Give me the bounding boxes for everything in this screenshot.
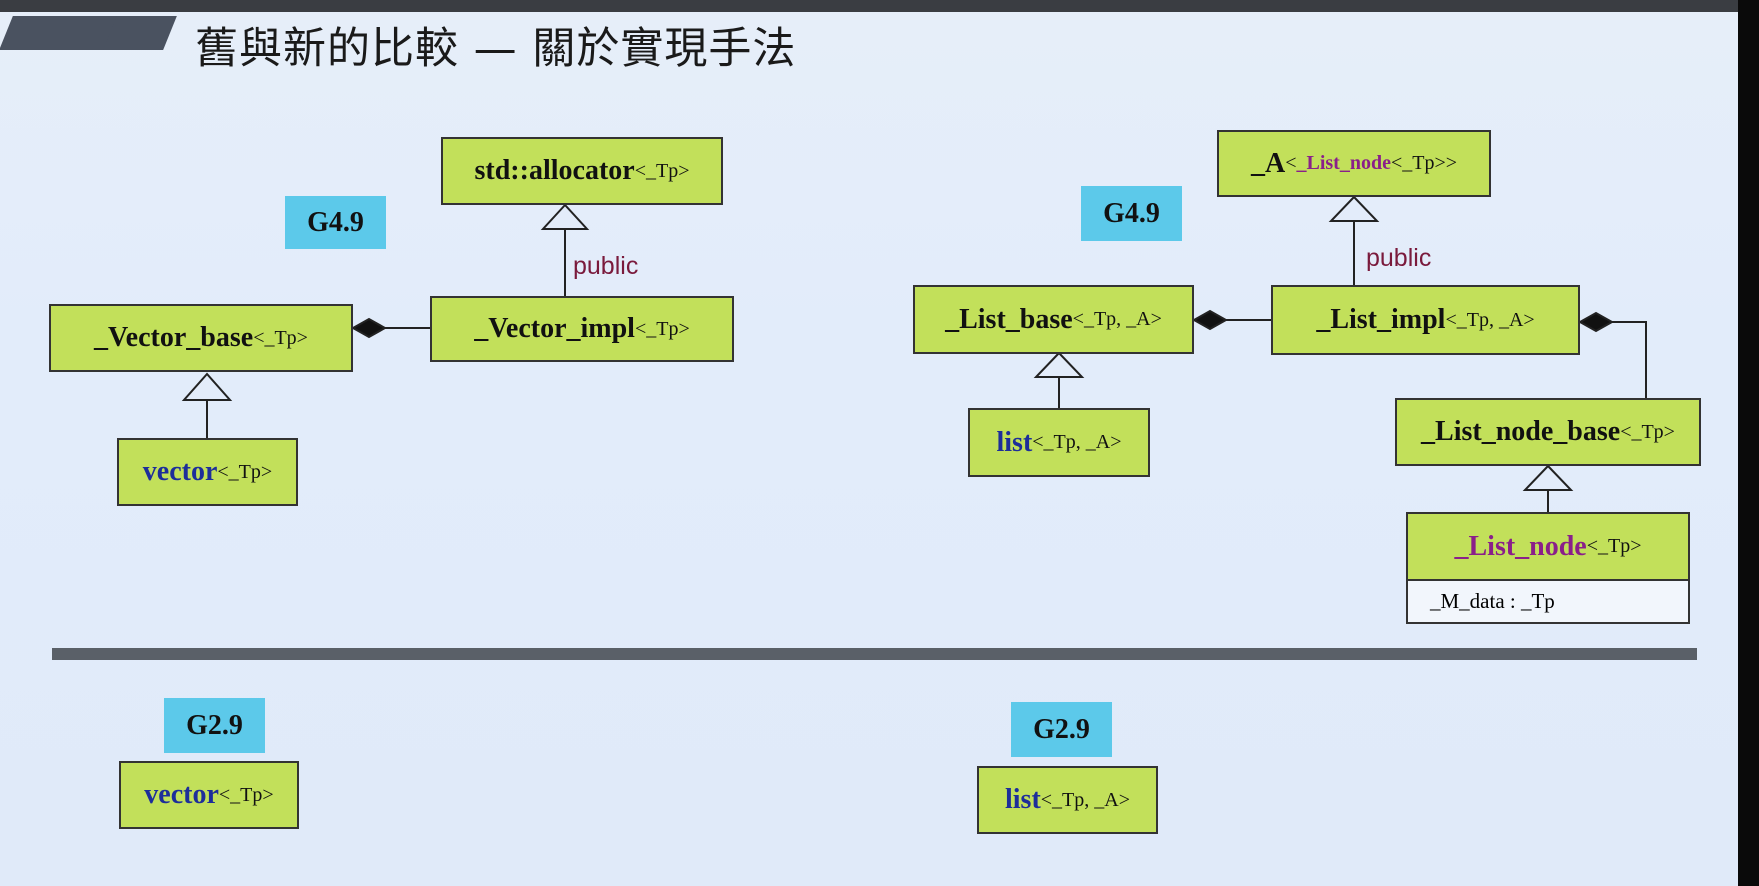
vector-impl-class-name: _Vector_impl	[474, 313, 635, 344]
list-impl-template-param: <_Tp, _A>	[1445, 308, 1535, 331]
vector-template-param: <_Tp>	[217, 460, 273, 483]
version-badge-g49-vector: G4.9	[285, 196, 386, 249]
list-class-box: list <_Tp, _A>	[968, 408, 1150, 477]
list-node-class-name: _List_node	[1454, 530, 1587, 562]
old-list-template-param: <_Tp, _A>	[1040, 788, 1130, 811]
vector-base-template-param: <_Tp>	[253, 326, 308, 349]
version-badge-g29-vector: G2.9	[164, 698, 265, 753]
version-badge-g29-list: G2.9	[1011, 702, 1112, 757]
vector-class-name: vector	[142, 456, 218, 487]
list-node-base-class-name: _List_node_base	[1421, 416, 1621, 447]
list-allocator-param-node: _List_node	[1296, 152, 1391, 174]
list-node-data-member: _M_data : _Tp	[1406, 579, 1690, 624]
list-allocator-param-close: <_Tp>>	[1390, 152, 1458, 174]
list-allocator-template-param: <_List_node<_Tp>>	[1285, 152, 1457, 175]
old-vector-class-name: vector	[144, 779, 219, 810]
allocator-template-param: <_Tp>	[634, 159, 690, 182]
list-allocator-class-name: _A	[1250, 147, 1286, 179]
vector-class-box: vector <_Tp>	[117, 438, 298, 506]
list-allocator-class-box: _A <_List_node<_Tp>>	[1217, 130, 1491, 197]
list-impl-class-box: _List_impl <_Tp, _A>	[1271, 285, 1580, 355]
list-node-class-box: _List_node <_Tp>	[1406, 512, 1690, 581]
version-badge-g49-list: G4.9	[1081, 186, 1182, 241]
allocator-class-name: std::allocator	[474, 155, 635, 186]
list-allocator-param-open: <	[1285, 152, 1297, 174]
list-template-param: <_Tp, _A>	[1032, 431, 1122, 453]
era-divider	[52, 648, 1697, 660]
vector-base-class-name: _Vector_base	[94, 322, 254, 353]
list-base-template-param: <_Tp, _A>	[1072, 308, 1162, 330]
list-base-class-box: _List_base <_Tp, _A>	[913, 285, 1194, 354]
list-node-base-class-box: _List_node_base <_Tp>	[1395, 398, 1701, 466]
old-vector-class-box: vector <_Tp>	[119, 761, 299, 829]
list-base-class-name: _List_base	[945, 303, 1073, 335]
list-node-template-param: <_Tp>	[1586, 535, 1642, 557]
list-node-base-template-param: <_Tp>	[1620, 420, 1675, 443]
public-inheritance-label-vector: public	[573, 252, 639, 280]
list-impl-class-name: _List_impl	[1316, 304, 1446, 335]
old-vector-template-param: <_Tp>	[218, 783, 274, 806]
public-inheritance-label-list: public	[1366, 244, 1432, 272]
old-list-class-name: list	[1005, 784, 1041, 815]
vector-impl-class-box: _Vector_impl <_Tp>	[430, 296, 734, 362]
vector-base-class-box: _Vector_base <_Tp>	[49, 304, 353, 372]
list-class-name: list	[996, 426, 1033, 458]
allocator-class-box: std::allocator <_Tp>	[441, 137, 723, 205]
vector-impl-template-param: <_Tp>	[634, 317, 690, 340]
old-list-class-box: list <_Tp, _A>	[977, 766, 1158, 834]
